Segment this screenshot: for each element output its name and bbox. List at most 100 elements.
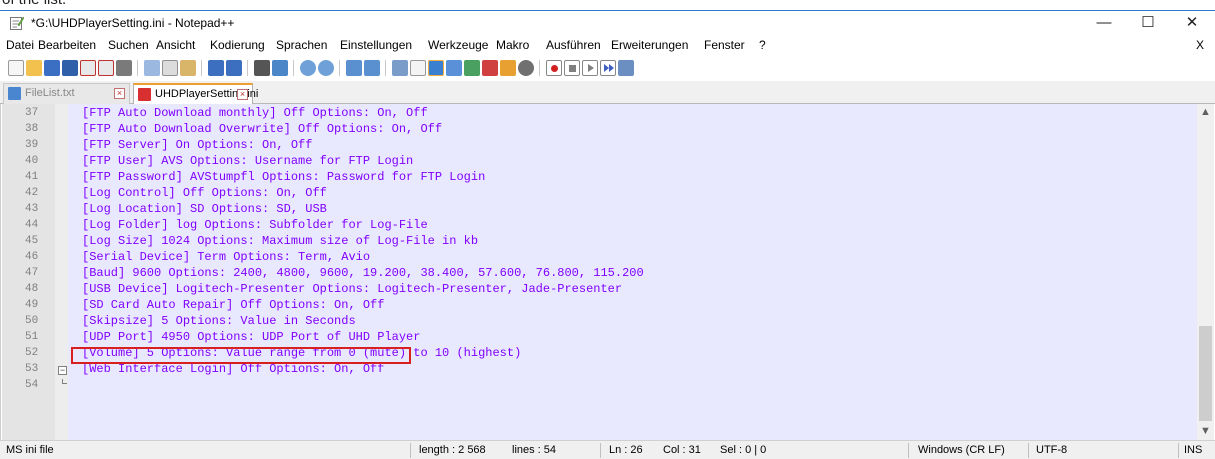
sync-vertical-icon[interactable] xyxy=(346,60,362,76)
menu-sprachen[interactable]: Sprachen xyxy=(276,38,327,52)
tab-filelist[interactable]: FileList.txt × xyxy=(3,83,130,104)
toolbar-separator xyxy=(201,60,202,76)
status-file-type: MS ini file xyxy=(6,444,54,456)
redo-icon[interactable] xyxy=(226,60,242,76)
menu-fenster[interactable]: Fenster xyxy=(704,38,745,52)
sync-horizontal-icon[interactable] xyxy=(364,60,380,76)
zoom-in-icon[interactable] xyxy=(300,60,316,76)
show-all-chars-icon[interactable] xyxy=(410,60,426,76)
toolbar-separator xyxy=(137,60,138,76)
scroll-thumb[interactable] xyxy=(1199,326,1212,421)
status-separator xyxy=(1028,443,1029,458)
line-number: 53 xyxy=(25,363,39,375)
menu-erweiterungen[interactable]: Erweiterungen xyxy=(611,38,688,52)
save-macro-icon[interactable] xyxy=(618,60,634,76)
stop-record-icon[interactable] xyxy=(564,60,580,76)
fold-toggle-icon[interactable]: − xyxy=(58,366,67,375)
vertical-scrollbar[interactable]: ▲ ▼ xyxy=(1197,104,1214,440)
toolbar-separator xyxy=(339,60,340,76)
print-icon[interactable] xyxy=(116,60,132,76)
menu-kodierung[interactable]: Kodierung xyxy=(210,38,265,52)
line-number: 40 xyxy=(25,155,39,167)
scroll-down-icon[interactable]: ▼ xyxy=(1197,423,1214,440)
line-number: 46 xyxy=(25,251,39,263)
menu-bearbeiten[interactable]: Bearbeiten xyxy=(38,38,96,52)
function-list-icon[interactable] xyxy=(482,60,498,76)
doc-map-icon[interactable] xyxy=(464,60,480,76)
status-sel: Sel : 0 | 0 xyxy=(720,444,767,456)
file-saved-icon xyxy=(8,87,21,100)
notepad-plus-plus-icon xyxy=(10,16,24,30)
code-line: [Skipsize] 5 Options: Value in Seconds xyxy=(82,314,356,328)
line-number: 47 xyxy=(25,267,39,279)
editor-area[interactable]: 37 38 39 40 41 42 43 44 45 46 47 48 49 5… xyxy=(0,104,1215,440)
indent-guide-icon[interactable] xyxy=(428,60,444,76)
status-lines: lines : 54 xyxy=(512,444,557,456)
fold-end-marker xyxy=(62,379,67,384)
line-number: 52 xyxy=(25,347,39,359)
line-number: 54 xyxy=(25,379,39,391)
line-number-gutter: 37 38 39 40 41 42 43 44 45 46 47 48 49 5… xyxy=(2,104,55,440)
tab-uhdplayersetting[interactable]: UHDPlayerSetting.ini × xyxy=(133,83,258,104)
menu-ausfuehren[interactable]: Ausführen xyxy=(546,38,601,52)
tab-close-icon[interactable]: × xyxy=(237,89,248,100)
status-length: length : 2 568 xyxy=(419,444,486,456)
text-content[interactable]: [FTP Auto Download monthly] Off Options:… xyxy=(68,104,1198,440)
status-separator xyxy=(1178,443,1179,458)
status-ln: Ln : 26 xyxy=(609,444,643,456)
copy-icon[interactable] xyxy=(162,60,178,76)
tab-label: FileList.txt xyxy=(25,87,75,99)
save-icon[interactable] xyxy=(44,60,60,76)
toolbar xyxy=(0,55,1215,81)
menu-help[interactable]: ? xyxy=(759,38,766,52)
menu-datei[interactable]: Datei xyxy=(6,38,34,52)
open-file-icon[interactable] xyxy=(26,60,42,76)
monitor-icon[interactable] xyxy=(518,60,534,76)
tab-bar: FileList.txt × UHDPlayerSetting.ini × xyxy=(0,81,1215,104)
user-lang-icon[interactable] xyxy=(446,60,462,76)
line-number: 50 xyxy=(25,315,39,327)
line-number: 49 xyxy=(25,299,39,311)
tab-close-icon[interactable]: × xyxy=(114,88,125,99)
code-line: [Log Control] Off Options: On, Off xyxy=(82,186,327,200)
paste-icon[interactable] xyxy=(180,60,196,76)
code-line: [Serial Device] Term Options: Term, Avio xyxy=(82,250,371,264)
undo-icon[interactable] xyxy=(208,60,224,76)
status-eol: Windows (CR LF) xyxy=(918,444,1005,456)
line-number: 51 xyxy=(25,331,39,343)
run-multiple-icon[interactable] xyxy=(600,60,616,76)
status-bar: MS ini file length : 2 568 lines : 54 Ln… xyxy=(0,440,1215,459)
close-all-icon[interactable] xyxy=(98,60,114,76)
title-bar: *G:\UHDPlayerSetting.ini - Notepad++ — ☐… xyxy=(0,10,1215,35)
menu-einstellungen[interactable]: Einstellungen xyxy=(340,38,412,52)
line-number: 38 xyxy=(25,123,39,135)
folder-workspace-icon[interactable] xyxy=(500,60,516,76)
code-line: [USB Device] Logitech-Presenter Options:… xyxy=(82,282,623,296)
zoom-out-icon[interactable] xyxy=(318,60,334,76)
scroll-up-icon[interactable]: ▲ xyxy=(1197,104,1214,121)
minimize-button[interactable]: — xyxy=(1084,11,1124,35)
play-macro-icon[interactable] xyxy=(582,60,598,76)
close-icon[interactable] xyxy=(80,60,96,76)
maximize-button[interactable]: ☐ xyxy=(1128,11,1168,35)
menu-makro[interactable]: Makro xyxy=(496,38,529,52)
menu-bar: Datei Bearbeiten Suchen Ansicht Kodierun… xyxy=(0,35,1215,55)
word-wrap-icon[interactable] xyxy=(392,60,408,76)
menu-suchen[interactable]: Suchen xyxy=(108,38,149,52)
status-col: Col : 31 xyxy=(663,444,701,456)
cut-icon[interactable] xyxy=(144,60,160,76)
code-line: [Baud] 9600 Options: 2400, 4800, 9600, 1… xyxy=(82,266,644,280)
new-file-icon[interactable] xyxy=(8,60,24,76)
status-encoding: UTF-8 xyxy=(1036,444,1068,456)
close-window-button[interactable]: ✕ xyxy=(1172,11,1212,35)
save-all-icon[interactable] xyxy=(62,60,78,76)
close-document-button[interactable]: X xyxy=(1196,38,1204,52)
find-icon[interactable] xyxy=(254,60,270,76)
menu-werkzeuge[interactable]: Werkzeuge xyxy=(428,38,488,52)
replace-icon[interactable] xyxy=(272,60,288,76)
menu-ansicht[interactable]: Ansicht xyxy=(156,38,195,52)
code-line: [Log Location] SD Options: SD, USB xyxy=(82,202,327,216)
status-separator xyxy=(908,443,909,458)
record-macro-icon[interactable] xyxy=(546,60,562,76)
